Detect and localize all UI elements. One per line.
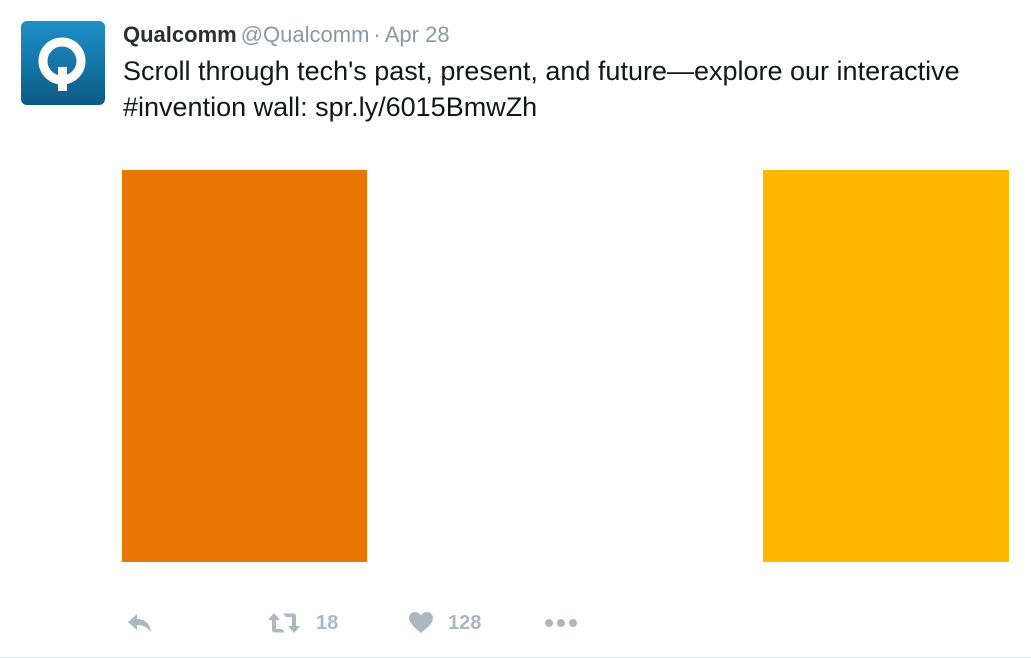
media-yellow-panel	[763, 170, 1009, 562]
qualcomm-avatar[interactable]	[21, 21, 105, 105]
author-handle[interactable]: @Qualcomm	[241, 22, 370, 47]
heart-icon	[409, 612, 433, 633]
tweet: Qualcomm @Qualcomm · Apr 28 Scroll through …	[0, 0, 1031, 658]
author-name[interactable]: Qualcomm	[123, 22, 237, 47]
media-orange-panel	[122, 170, 367, 562]
tweet-actions: 18 128	[126, 606, 1006, 640]
separator-dot: ·	[373, 22, 381, 47]
more-dots-icon	[545, 619, 577, 627]
tweet-header: Qualcomm @Qualcomm · Apr 28	[123, 20, 450, 50]
retweet-count: 18	[316, 611, 339, 634]
tweet-text-line-1: Scroll through tech's past, present, and…	[123, 56, 960, 86]
qualcomm-logo-icon	[38, 37, 86, 91]
tweet-timestamp[interactable]: Apr 28	[385, 22, 450, 47]
retweet-icon	[268, 613, 300, 633]
like-count: 128	[448, 611, 482, 634]
retweet-button[interactable]: 18	[266, 606, 338, 640]
tweet-media[interactable]	[122, 170, 1009, 562]
tweet-text-line-2[interactable]: #invention wall: spr.ly/6015BmwZh	[123, 89, 1013, 125]
reply-button[interactable]	[126, 606, 154, 640]
more-options-button[interactable]	[544, 606, 578, 640]
tweet-text: Scroll through tech's past, present, and…	[123, 53, 1013, 125]
like-button[interactable]: 128	[408, 606, 481, 640]
reply-icon	[128, 614, 151, 632]
